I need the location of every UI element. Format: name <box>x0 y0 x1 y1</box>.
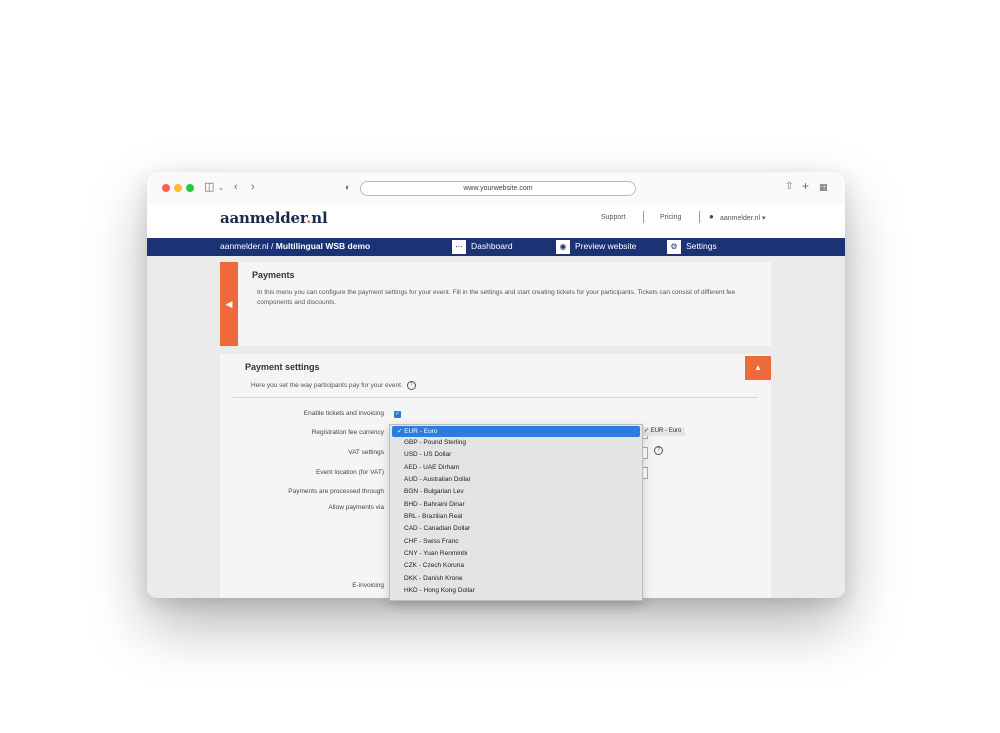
enable-tickets-checkbox[interactable]: ✓ <box>394 411 401 418</box>
currency-option[interactable]: DKK - Danish Krone <box>390 573 642 585</box>
user-menu[interactable]: aanmelder.nl ▾ <box>720 214 766 222</box>
currency-selected-value[interactable]: ✓ EUR - Euro <box>640 427 686 436</box>
payments-processed-label: Payments are processed through <box>288 488 384 495</box>
currency-option[interactable]: BHD - Bahraini Dinar <box>390 499 642 511</box>
currency-label: Registration fee currency <box>311 429 384 436</box>
back-arrow-button[interactable]: ◀ <box>220 262 238 346</box>
logo-text: aanmelder <box>220 209 307 227</box>
currency-selected-text: EUR - Euro <box>650 428 682 434</box>
user-icon: ● <box>709 212 714 221</box>
currency-option[interactable]: GBP - Pound Sterling <box>390 437 642 449</box>
logo-tld: nl <box>311 209 328 227</box>
header-divider <box>643 211 644 223</box>
pricing-link[interactable]: Pricing <box>660 214 681 221</box>
forward-icon[interactable]: › <box>251 180 255 194</box>
back-icon[interactable]: ‹ <box>234 180 238 194</box>
payments-title: Payments <box>252 270 295 280</box>
chevron-down-icon[interactable]: ⌄ <box>218 182 224 196</box>
currency-option[interactable]: CZK - Czech Koruna <box>390 560 642 572</box>
site-header: aanmelder.nl Support Pricing ● aanmelder… <box>147 204 845 238</box>
share-icon[interactable]: ⇧ <box>785 180 793 194</box>
address-bar[interactable]: www.yourwebsite.com <box>360 181 636 196</box>
currency-option[interactable]: BGN - Bulgarian Lev <box>390 486 642 498</box>
tab-overview-icon[interactable]: ▦ <box>819 180 828 194</box>
divider <box>233 397 758 398</box>
dashboard-icon[interactable]: ⋯ <box>452 240 466 254</box>
close-window-button[interactable] <box>162 184 170 192</box>
vat-help-icon[interactable]: ? <box>654 446 663 455</box>
currency-option[interactable]: HKD - Hong Kong Dollar <box>390 585 642 597</box>
logo[interactable]: aanmelder.nl <box>220 209 328 227</box>
currency-option[interactable]: CNY - Yuan Renminbi <box>390 548 642 560</box>
breadcrumb: aanmelder.nl / Multilingual WSB demo <box>220 241 370 251</box>
payment-settings-title: Payment settings <box>245 362 320 372</box>
payments-description: In this menu you can configure the payme… <box>257 289 736 306</box>
sidebar-icon[interactable]: ◫ <box>204 180 214 194</box>
payment-settings-intro: Here you set the way participants pay fo… <box>251 381 416 390</box>
header-divider <box>699 211 700 223</box>
preview-website-link[interactable]: Preview website <box>575 241 636 251</box>
currency-option[interactable]: AUD - Australian Dollar <box>390 474 642 486</box>
currency-option[interactable]: ✓ EUR - Euro <box>392 426 640 437</box>
gear-icon[interactable]: ⚙ <box>667 240 681 254</box>
dashboard-link[interactable]: Dashboard <box>471 241 513 251</box>
eye-icon[interactable]: ◉ <box>556 240 570 254</box>
breadcrumb-root[interactable]: aanmelder.nl / <box>220 241 276 251</box>
support-link[interactable]: Support <box>601 214 626 221</box>
currency-option[interactable]: CHF - Swiss Franc <box>390 536 642 548</box>
e-invoicing-label: E-invoicing <box>352 582 384 589</box>
shield-icon[interactable]: ◐ <box>345 180 350 194</box>
main-navbar: aanmelder.nl / Multilingual WSB demo ⋯ D… <box>147 238 845 256</box>
minimize-window-button[interactable] <box>174 184 182 192</box>
currency-option[interactable]: BRL - Brazilian Real <box>390 511 642 523</box>
help-icon[interactable]: ? <box>406 381 416 390</box>
intro-text: Here you set the way participants pay fo… <box>251 382 403 390</box>
currency-option[interactable]: USD - US Dollar <box>390 449 642 461</box>
currency-option[interactable]: CAD - Canadian Dollar <box>390 523 642 535</box>
payments-card: ◀ Payments In this menu you can configur… <box>220 262 771 346</box>
enable-tickets-label: Enable tickets and invoicing <box>303 410 384 417</box>
allow-payments-label: Allow payments via <box>328 504 384 511</box>
currency-option[interactable]: AED - UAE Dirham <box>390 462 642 474</box>
vat-settings-label: VAT settings <box>348 449 384 456</box>
event-location-label: Event location (for VAT) <box>315 469 384 476</box>
new-tab-icon[interactable]: + <box>802 179 809 193</box>
maximize-window-button[interactable] <box>186 184 194 192</box>
currency-dropdown[interactable]: ✓ EUR - Euro GBP - Pound Sterling USD - … <box>389 424 643 601</box>
browser-toolbar: ◫ ⌄ ‹ › ◐ www.yourwebsite.com ⇧ + ▦ <box>147 172 845 204</box>
settings-link[interactable]: Settings <box>686 241 717 251</box>
collapse-button[interactable]: ▲ <box>745 356 771 380</box>
breadcrumb-event[interactable]: Multilingual WSB demo <box>276 241 370 251</box>
